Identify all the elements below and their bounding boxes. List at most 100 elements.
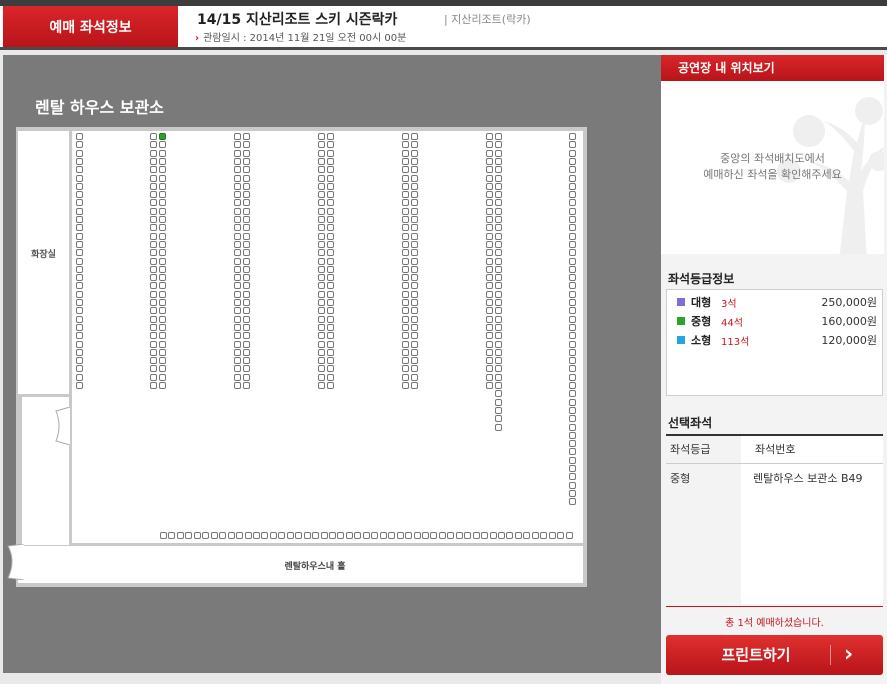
seat[interactable] [76, 373, 83, 381]
seat[interactable] [413, 532, 421, 539]
seat[interactable] [150, 182, 157, 190]
seat[interactable] [569, 257, 576, 265]
seat[interactable] [243, 299, 250, 306]
seat[interactable] [569, 357, 576, 365]
seat[interactable] [243, 207, 250, 215]
seat[interactable] [569, 431, 576, 439]
seat[interactable] [569, 149, 576, 157]
seat[interactable] [234, 157, 241, 165]
seat[interactable] [569, 141, 576, 149]
seat[interactable] [495, 274, 502, 282]
seat[interactable] [411, 232, 418, 240]
seat[interactable] [159, 166, 166, 174]
seat[interactable] [243, 332, 250, 340]
seat[interactable] [327, 182, 334, 190]
seat[interactable] [243, 149, 250, 157]
seat[interactable] [234, 348, 241, 356]
seat[interactable] [411, 141, 418, 149]
seat[interactable] [243, 166, 250, 174]
seat[interactable] [411, 191, 418, 199]
seat[interactable] [150, 299, 157, 306]
seat[interactable] [402, 166, 409, 174]
seat[interactable] [327, 307, 334, 315]
seat[interactable] [495, 332, 502, 340]
seat[interactable] [486, 307, 493, 315]
seat[interactable] [327, 249, 334, 257]
seat-selected[interactable] [159, 133, 166, 140]
seat[interactable] [498, 532, 505, 539]
seat[interactable] [388, 532, 396, 539]
seat[interactable] [234, 174, 241, 182]
seat[interactable] [150, 257, 157, 265]
seat[interactable] [318, 299, 325, 306]
seat[interactable] [569, 348, 576, 356]
seat[interactable] [486, 332, 493, 340]
seat[interactable] [318, 332, 325, 340]
seat[interactable] [318, 265, 325, 273]
seat[interactable] [569, 265, 576, 273]
seat[interactable] [495, 191, 502, 199]
seat[interactable] [269, 532, 277, 539]
seat[interactable] [402, 232, 409, 240]
seat[interactable] [354, 532, 362, 539]
seat[interactable] [495, 149, 502, 157]
seat[interactable] [495, 249, 502, 257]
seat[interactable] [402, 240, 409, 248]
seat[interactable] [243, 282, 250, 290]
seat[interactable] [234, 323, 241, 331]
seat[interactable] [150, 166, 157, 174]
seat[interactable] [159, 290, 166, 298]
seat[interactable] [411, 315, 418, 323]
seat[interactable] [327, 157, 334, 165]
seat[interactable] [402, 207, 409, 215]
seat[interactable] [569, 398, 576, 406]
seat[interactable] [569, 191, 576, 199]
seat[interactable] [234, 232, 241, 240]
seat[interactable] [411, 307, 418, 315]
seat[interactable] [318, 340, 325, 348]
seat[interactable] [495, 373, 502, 381]
seat[interactable] [402, 332, 409, 340]
seat[interactable] [486, 299, 493, 306]
seat[interactable] [495, 133, 502, 140]
seat[interactable] [464, 532, 472, 539]
seat[interactable] [76, 265, 83, 273]
seat[interactable] [318, 249, 325, 257]
seat[interactable] [569, 415, 576, 423]
seat[interactable] [318, 174, 325, 182]
seat[interactable] [486, 216, 493, 223]
seat[interactable] [486, 207, 493, 215]
seat[interactable] [76, 191, 83, 199]
seat[interactable] [402, 290, 409, 298]
seat[interactable] [486, 340, 493, 348]
seat[interactable] [421, 532, 429, 539]
seat[interactable] [327, 365, 334, 373]
seat[interactable] [76, 133, 83, 140]
seat[interactable] [569, 240, 576, 248]
seat[interactable] [243, 141, 250, 149]
seat[interactable] [159, 141, 166, 149]
seat[interactable] [150, 207, 157, 215]
seat[interactable] [411, 299, 418, 306]
seat[interactable] [318, 282, 325, 290]
seat[interactable] [565, 532, 573, 539]
seat[interactable] [402, 257, 409, 265]
seat[interactable] [486, 149, 493, 157]
seat[interactable] [150, 365, 157, 373]
seat[interactable] [438, 532, 446, 539]
seat[interactable] [486, 382, 493, 389]
seat[interactable] [411, 249, 418, 257]
seat[interactable] [318, 290, 325, 298]
seat[interactable] [150, 224, 157, 232]
seat[interactable] [159, 348, 166, 356]
seat[interactable] [76, 332, 83, 340]
seat[interactable] [411, 373, 418, 381]
seat[interactable] [243, 274, 250, 282]
seat[interactable] [329, 532, 336, 539]
seat[interactable] [243, 199, 250, 207]
seat[interactable] [327, 191, 334, 199]
seat[interactable] [569, 365, 576, 373]
seat[interactable] [489, 532, 497, 539]
seat[interactable] [234, 166, 241, 174]
seat[interactable] [327, 224, 334, 232]
